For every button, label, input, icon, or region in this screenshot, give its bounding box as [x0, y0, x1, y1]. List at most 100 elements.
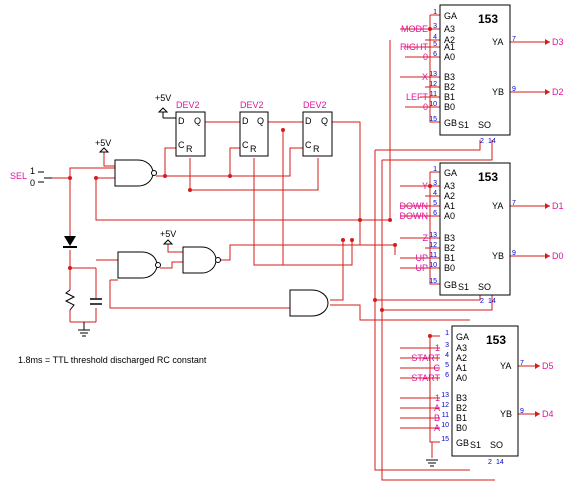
pin-name-a1: A1: [444, 201, 455, 211]
ff-pin-r: R: [313, 144, 320, 154]
pin-name-s1: S1: [458, 120, 469, 130]
output-arrow-icon: [545, 203, 550, 209]
pin-num-b3: 13: [429, 71, 437, 78]
ff-pin-r: R: [186, 144, 193, 154]
input-b-label: UP: [415, 253, 428, 263]
sel-switch[interactable]: SEL 1 0: [10, 166, 52, 188]
input-a-label: START: [411, 353, 440, 363]
pin-num-b3: 13: [429, 232, 437, 239]
pin-num-a2: 4: [445, 352, 449, 359]
input-a-label: 1: [435, 343, 440, 353]
pin-name-ya: YA: [500, 361, 511, 371]
output-arrow-icon: [545, 253, 550, 259]
pin-num-s1: 2: [480, 298, 484, 305]
supply-label: +5V: [95, 138, 111, 148]
rc-note: 1.8ms = TTL threshold discharged RC cons…: [18, 355, 207, 365]
mux-chip-3: 153GA1A331A24STARTA15CA06STARTB3131B212A…: [411, 325, 554, 466]
pin-name-ga: GA: [444, 11, 457, 21]
ff-pin-d: D: [242, 116, 249, 126]
ff-pin-q: Q: [194, 116, 201, 126]
pin-num-a1: 5: [433, 200, 437, 207]
pin-num-b2: 12: [441, 402, 449, 409]
input-b-label: A: [434, 423, 440, 433]
pin-name-b1: B1: [444, 92, 455, 102]
output-arrow-icon: [535, 363, 540, 369]
pin-name-s1: S1: [458, 282, 469, 292]
output-label-ya: D1: [552, 201, 564, 211]
pin-name-ya: YA: [492, 201, 503, 211]
supply-3: +5V: [160, 229, 176, 245]
pin-num-ga: 1: [433, 9, 437, 16]
input-b-label: X: [422, 72, 428, 82]
supply-label: +5V: [160, 229, 176, 239]
flip-flop-2: DEV2 D Q C R: [239, 100, 269, 157]
pin-name-b2: B2: [456, 403, 467, 413]
supply-2: +5V: [155, 93, 176, 119]
resistor: [64, 289, 76, 311]
pin-num-so: 14: [488, 138, 496, 145]
pin-name-b0: B0: [444, 102, 455, 112]
pin-num-a3: 3: [433, 23, 437, 30]
pin-num-b1: 11: [430, 252, 437, 259]
pin-num-b0: 10: [429, 101, 437, 108]
sel-pos-1: 1: [30, 166, 35, 176]
pin-name-a0: A0: [444, 211, 455, 221]
input-b-label: B: [434, 413, 440, 423]
chip-name: 153: [478, 170, 498, 184]
nand-gate-3: [182, 246, 221, 274]
input-a-label: Y: [422, 181, 428, 191]
chip-name: 153: [478, 12, 498, 26]
pin-name-ga: GA: [444, 168, 457, 178]
pin-num-s1: 2: [480, 138, 484, 145]
pin-num-a2: 4: [433, 34, 437, 41]
input-b-label: A: [434, 403, 440, 413]
pin-num-b2: 12: [429, 81, 437, 88]
pin-num-b1: 11: [430, 91, 437, 98]
output-label-yb: D4: [542, 409, 554, 419]
pin-name-a2: A2: [456, 353, 467, 363]
ff-pin-c: C: [242, 140, 249, 150]
multiplexer-chips: 153GA1A33MODEA24A15RIGHTA060B313XB212B11…: [400, 4, 564, 466]
pin-num-ya: 7: [520, 360, 524, 367]
input-b-label: UP: [415, 263, 428, 273]
output-label-yb: D0: [552, 251, 564, 261]
pin-num-a2: 4: [433, 190, 437, 197]
flip-flop-3: DEV2 D Q C R: [302, 100, 333, 157]
pin-name-a1: A1: [456, 363, 467, 373]
pin-num-so: 14: [488, 298, 496, 305]
pin-num-gb: 15: [429, 116, 437, 123]
input-a-label: DOWN: [400, 201, 429, 211]
mux-chip-1: 153GA1A33MODEA24A15RIGHTA060B313XB212B11…: [400, 4, 564, 145]
ff-pin-d: D: [305, 116, 312, 126]
pin-num-ga: 1: [445, 330, 449, 337]
ff-label: DEV2: [176, 100, 200, 110]
pin-name-so: SO: [490, 440, 503, 450]
pin-name-a0: A0: [444, 52, 455, 62]
pin-name-so: SO: [478, 120, 491, 130]
pin-num-yb: 9: [512, 250, 516, 257]
output-arrow-icon: [545, 39, 550, 45]
pin-name-b3: B3: [456, 393, 467, 403]
ground-symbol: [77, 329, 91, 337]
pin-num-b1: 11: [442, 412, 449, 419]
ff-label: DEV2: [303, 100, 327, 110]
pin-num-ya: 7: [512, 36, 516, 43]
pin-num-so: 14: [496, 459, 504, 466]
diode: [63, 236, 77, 248]
pin-name-gb: GB: [444, 118, 457, 128]
pin-name-a3: A3: [444, 24, 455, 34]
chip-name: 153: [486, 333, 506, 347]
sel-pos-0: 0: [30, 178, 35, 188]
pin-name-yb: YB: [492, 251, 504, 261]
input-b-label: 1: [435, 393, 440, 403]
supply-1: +5V: [95, 138, 111, 153]
pin-name-b0: B0: [444, 263, 455, 273]
nand-gate-2: [117, 251, 161, 279]
pin-name-a2: A2: [444, 191, 455, 201]
input-a-label: RIGHT: [400, 42, 429, 52]
input-a-label: START: [411, 373, 440, 383]
ff-pin-c: C: [178, 140, 185, 150]
output-label-yb: D2: [552, 87, 564, 97]
pin-name-b1: B1: [456, 413, 467, 423]
input-a-label: MODE: [401, 24, 428, 34]
